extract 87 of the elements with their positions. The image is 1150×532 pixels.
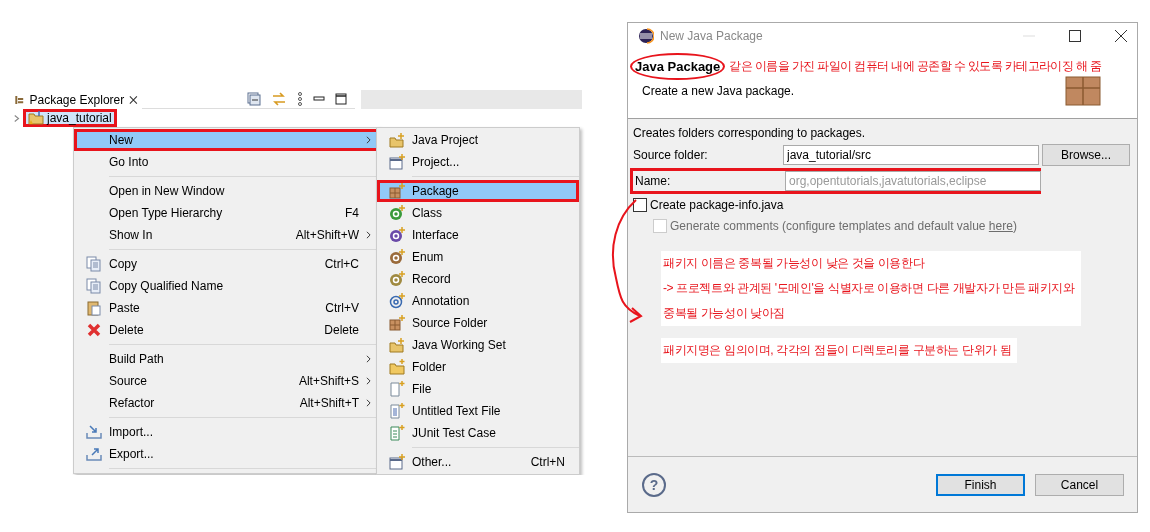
test-file-plus-icon — [388, 425, 405, 441]
maximize-icon[interactable] — [1069, 30, 1081, 42]
shortcut-label: Delete — [324, 323, 359, 337]
menu-item[interactable]: Source Alt+Shift+S — [74, 370, 379, 392]
menu-item[interactable]: Package — [377, 180, 579, 202]
package-plus-icon — [388, 315, 405, 331]
window-plus-icon — [388, 454, 405, 470]
text-file-plus-icon — [388, 403, 405, 419]
menu-item[interactable]: Copy Ctrl+C — [74, 253, 379, 275]
menu-item[interactable]: Go Into — [74, 151, 379, 173]
package-plus-icon — [388, 183, 405, 199]
copy-icon — [85, 278, 102, 294]
finish-button[interactable]: Finish — [936, 473, 1025, 496]
input-field[interactable]: java_tutorial/src — [783, 145, 1039, 165]
menu-item[interactable]: Paste Ctrl+V — [74, 297, 379, 319]
shortcut-label: Ctrl+V — [325, 301, 359, 315]
menu-item[interactable]: Refactor Alt+Shift+T — [74, 392, 379, 414]
menu-item[interactable]: File — [377, 378, 579, 400]
checkbox-label: Generate comments (configure templates and default value here) — [670, 218, 1017, 233]
checkbox-label: Create package-info.java — [650, 197, 784, 212]
clipboard-icon — [85, 300, 102, 316]
menu-item[interactable]: Show In Alt+Shift+W — [74, 224, 379, 246]
project-folder-icon — [28, 110, 44, 126]
close-icon[interactable] — [1115, 30, 1127, 42]
menu-item[interactable]: Delete Delete — [74, 319, 379, 341]
shortcut-label: Ctrl+C — [324, 257, 359, 271]
java-type-plus-icon — [388, 249, 405, 265]
java-type-plus-icon — [388, 227, 405, 243]
menu-item[interactable]: Other... Ctrl+N — [377, 451, 579, 473]
menu-item[interactable]: Source Folder — [377, 312, 579, 334]
menu-item[interactable]: Annotation — [377, 290, 579, 312]
close-icon[interactable] — [129, 94, 138, 105]
folder-plus-icon — [388, 337, 405, 353]
menu-item[interactable]: Java Working Set — [377, 334, 579, 356]
import-icon — [85, 424, 102, 440]
package-icon — [14, 93, 25, 106]
intro-text: Creates folders corresponding to packages. — [633, 125, 867, 142]
annotation-note: 같은 이름을 가진 파일이 컴퓨터 내에 공존할 수 있도록 카테고라이징 해 줌 — [729, 58, 1102, 75]
menu-item[interactable]: Project... — [377, 151, 579, 173]
menu-item[interactable]: New — [74, 129, 379, 151]
collapse-all-icon[interactable] — [247, 92, 261, 106]
menu-item[interactable]: Export... — [74, 443, 379, 465]
menu-item[interactable]: Import... — [74, 421, 379, 443]
menu-item[interactable]: Open in New Window — [74, 180, 379, 202]
shortcut-label: F4 — [345, 206, 359, 220]
java-type-plus-icon — [388, 205, 405, 221]
menu-item[interactable]: Class — [377, 202, 579, 224]
copy-icon — [85, 256, 102, 272]
menu-item[interactable]: JUnit Test Case — [377, 422, 579, 444]
menu-item[interactable]: Java Project — [377, 129, 579, 151]
menu-item[interactable]: Enum — [377, 246, 579, 268]
checkbox[interactable] — [633, 197, 647, 212]
export-icon — [85, 446, 102, 462]
kebab-menu-icon[interactable] — [297, 92, 303, 106]
package-box-icon — [1065, 76, 1101, 106]
java-type-plus-icon — [388, 271, 405, 287]
field-label: Source folder: — [633, 148, 709, 162]
window-title: New Java Package — [660, 29, 764, 43]
input-field[interactable]: org,opentutorials,javatutorials,eclipse — [785, 171, 1041, 191]
shortcut-label: Alt+Shift+W — [295, 228, 359, 242]
menu-item[interactable]: Open Type Hierarchy F4 — [74, 202, 379, 224]
folder-plus-icon — [388, 132, 405, 148]
menu-item[interactable]: Copy Qualified Name — [74, 275, 379, 297]
menu-item[interactable]: Interface — [377, 224, 579, 246]
window-plus-icon — [388, 154, 405, 170]
field-label: Name: — [635, 174, 672, 188]
shortcut-label: Alt+Shift+T — [299, 396, 359, 410]
browse-button[interactable]: Browse... — [1042, 144, 1130, 166]
shortcut-label: Ctrl+N — [530, 455, 565, 469]
annotation-note: 패키지명은 임의이며, 각각의 점들이 디렉토리를 구분하는 단위가 됨 — [661, 338, 1018, 363]
delete-icon — [85, 322, 102, 338]
shortcut-label: Alt+Shift+S — [298, 374, 359, 388]
menu-item[interactable]: Record — [377, 268, 579, 290]
folder-plus-icon — [388, 359, 405, 375]
menu-item[interactable]: Untitled Text File — [377, 400, 579, 422]
page-heading: Java Package — [630, 53, 726, 80]
project-tree-item[interactable]: java_tutorial — [23, 109, 117, 127]
menu-item[interactable]: Folder — [377, 356, 579, 378]
help-button[interactable]: ? — [642, 472, 666, 497]
maximize-icon[interactable] — [335, 93, 347, 105]
eclipse-logo-icon — [638, 28, 654, 44]
menu-item[interactable]: Build Path — [74, 348, 379, 370]
at-sign-plus-icon — [388, 293, 405, 309]
cancel-button[interactable]: Cancel — [1035, 473, 1124, 496]
page-description: Create a new Java package. — [642, 84, 795, 98]
file-plus-icon — [388, 381, 405, 397]
annotation-note: 패키지 이름은 중복될 가능성이 낮은 것을 이용한다 -> 프로젝트와 관계된 '도메인'을 식별자로 이용하면 다른 개발자가 만든 패키지와 중복될 가능성이 낮아짐 — [661, 251, 1081, 326]
